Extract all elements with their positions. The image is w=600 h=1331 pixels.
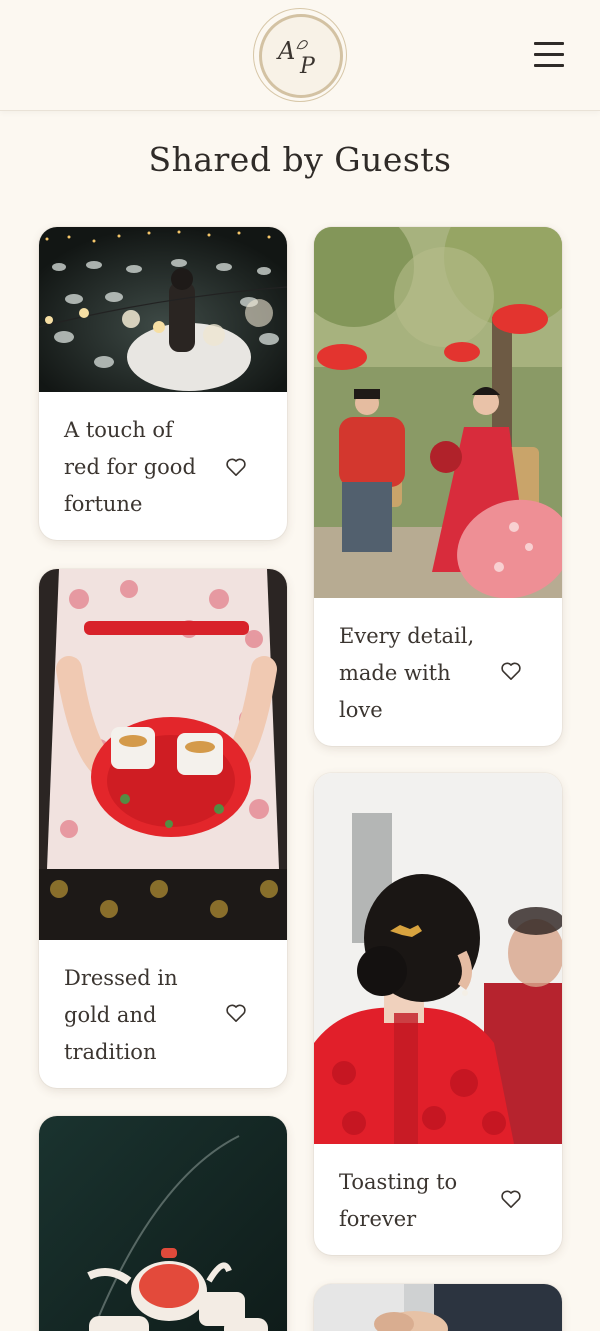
svg-text:P: P <box>299 54 316 79</box>
card-caption: Every detail, made with love <box>339 624 475 722</box>
guest-photo[interactable] <box>314 773 562 1144</box>
card-caption-row: A touch of red for good fortune <box>39 392 287 523</box>
heart-icon[interactable] <box>225 1003 247 1023</box>
card-caption: Toasting to forever <box>339 1170 458 1231</box>
svg-text:A: A <box>276 37 295 65</box>
gallery-card[interactable]: Toasting to forever <box>314 773 562 1255</box>
site-header: A P <box>0 0 600 111</box>
menu-button[interactable] <box>532 38 566 72</box>
gallery-card[interactable]: Every detail, made with love <box>314 227 562 746</box>
heart-icon[interactable] <box>500 1189 522 1209</box>
card-caption-row: Toasting to forever <box>314 1144 562 1238</box>
card-caption: Dressed in gold and tradition <box>64 966 178 1064</box>
gallery-card[interactable]: A touch of red for good fortune <box>39 227 287 540</box>
heart-icon[interactable] <box>225 457 247 477</box>
guest-photo[interactable] <box>314 227 562 598</box>
guest-photo[interactable] <box>39 227 287 392</box>
hamburger-menu-icon <box>534 64 564 67</box>
heart-icon[interactable] <box>500 661 522 681</box>
card-caption-row: Dressed in gold and tradition <box>39 940 287 1071</box>
hamburger-menu-icon <box>534 53 564 56</box>
card-caption: A touch of red for good fortune <box>64 418 196 516</box>
monogram-logo[interactable]: A P <box>253 8 347 102</box>
gallery-card[interactable] <box>314 1284 562 1331</box>
hamburger-menu-icon <box>534 42 564 45</box>
page-title: Shared by Guests <box>148 140 452 179</box>
guest-photo[interactable] <box>39 569 287 940</box>
monogram-logo-mark: A P <box>276 37 316 79</box>
guest-photo[interactable] <box>314 1284 562 1331</box>
gallery-card[interactable]: Dressed in gold and tradition <box>39 569 287 1088</box>
guest-photo[interactable] <box>39 1116 287 1331</box>
card-caption-row: Every detail, made with love <box>314 598 562 729</box>
gallery-card[interactable] <box>39 1116 287 1331</box>
